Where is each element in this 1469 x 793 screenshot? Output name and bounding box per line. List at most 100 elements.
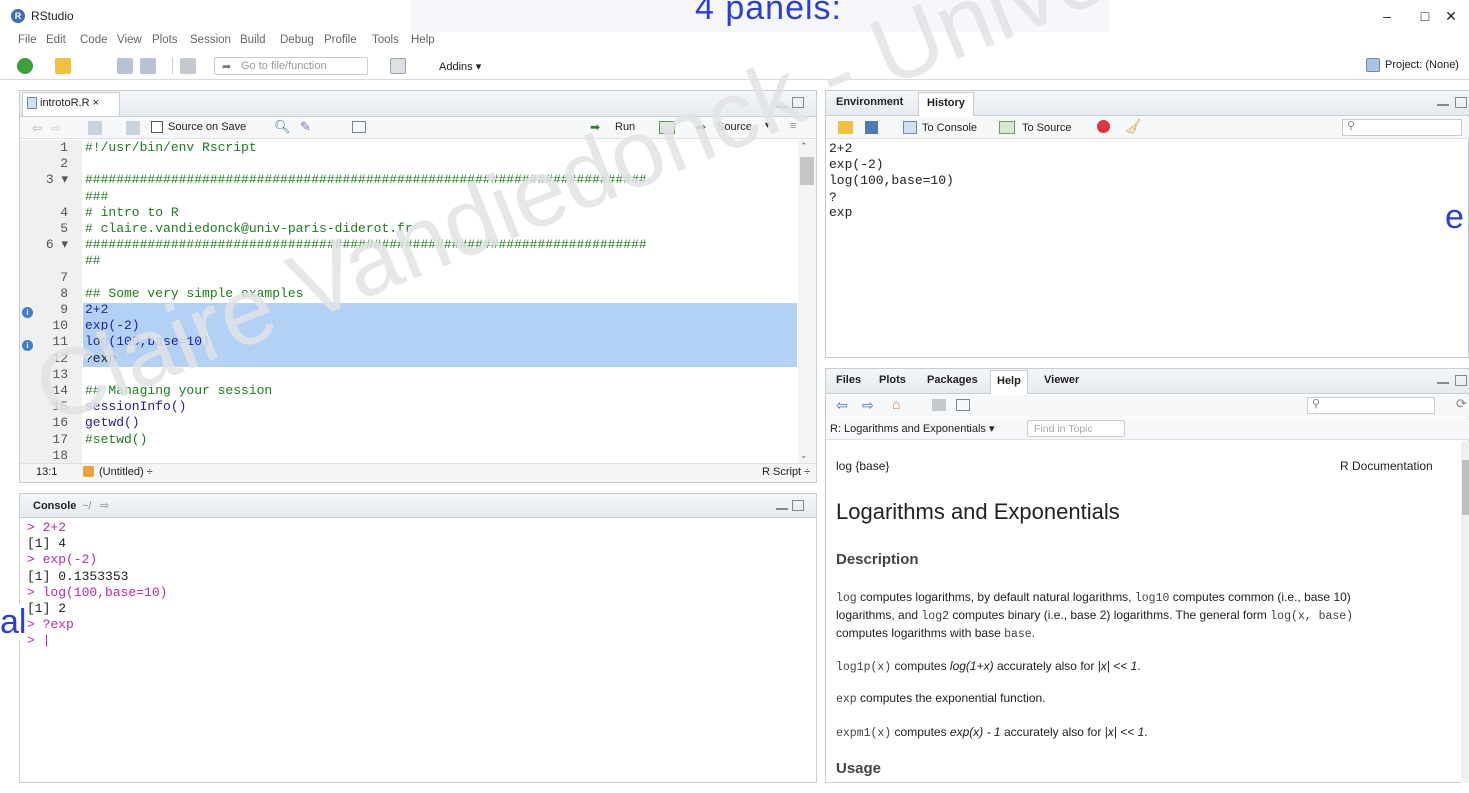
console-tab-label[interactable]: Console <box>33 500 76 512</box>
run-button[interactable]: Run <box>615 121 635 133</box>
source-dropdown-icon[interactable]: ▾ <box>765 120 770 131</box>
show-in-window-icon[interactable] <box>88 121 102 135</box>
code-area[interactable]: 1 #!/usr/bin/env Rscript 2 3 ▾ #############… <box>20 140 798 463</box>
minimize-pane-icon[interactable] <box>1437 382 1449 384</box>
help-forward-icon[interactable]: ⇨ <box>862 397 874 414</box>
history-search-input[interactable] <box>1342 119 1462 136</box>
help-topic-dropdown[interactable]: R: Logarithms and Exponentials ▾ <box>830 422 995 435</box>
code-line[interactable]: ## <box>85 253 101 268</box>
line-number: 4 <box>60 204 68 220</box>
maximize-pane-icon[interactable] <box>1455 97 1467 108</box>
forward-arrow-icon[interactable]: ⇨ <box>51 121 61 135</box>
source-button[interactable]: Source <box>717 121 752 133</box>
clear-broom-icon[interactable]: 🧹︎ <box>1124 118 1142 135</box>
code-line[interactable]: ########################################… <box>85 237 647 252</box>
help-scroll-thumb[interactable] <box>1462 460 1469 515</box>
tab-packages[interactable]: Packages <box>927 374 978 386</box>
save-history-icon[interactable] <box>865 121 878 134</box>
menu-view[interactable]: View <box>117 34 142 46</box>
tab-history[interactable]: History <box>918 92 974 116</box>
menu-session[interactable]: Session <box>190 34 231 46</box>
code-line[interactable]: ## Managing your session <box>85 383 272 398</box>
code-line[interactable]: ########################################… <box>85 172 647 187</box>
compile-report-icon[interactable] <box>352 121 366 133</box>
help-search-input[interactable] <box>1307 397 1435 414</box>
tab-environment[interactable]: Environment <box>836 96 903 108</box>
history-entry[interactable]: 2+2 <box>829 141 852 156</box>
refresh-icon[interactable]: ⟳ <box>1456 396 1467 412</box>
code-line[interactable]: exp(-2) <box>85 318 140 333</box>
history-entry[interactable]: exp(-2) <box>829 157 884 172</box>
editor-save-icon[interactable] <box>126 121 140 135</box>
scroll-up-icon[interactable]: ⌃ <box>800 141 808 152</box>
code-line[interactable]: ### <box>85 189 108 204</box>
maximize-pane-icon[interactable] <box>792 97 804 108</box>
help-back-icon[interactable]: ⇦ <box>836 397 848 414</box>
help-home-icon[interactable]: ⌂ <box>892 396 900 412</box>
code-line[interactable]: ?exp <box>85 351 116 366</box>
code-term: exp <box>836 693 857 706</box>
history-entry[interactable]: ?exp <box>829 190 852 220</box>
menu-build[interactable]: Build <box>240 34 266 46</box>
project-menu[interactable]: Project: (None) <box>1385 59 1459 71</box>
tab-help[interactable]: Help <box>990 370 1028 394</box>
close-button[interactable]: ✕ <box>1431 4 1469 28</box>
print-icon[interactable] <box>180 58 196 74</box>
history-entry[interactable]: log(100,base=10) <box>829 173 954 188</box>
back-arrow-icon[interactable]: ⇦ <box>32 121 42 135</box>
text-run: accurately also for <box>1000 725 1105 739</box>
maximize-pane-icon[interactable] <box>1455 375 1467 386</box>
scope-dropdown[interactable]: (Untitled) ÷ <box>99 466 153 478</box>
menu-help[interactable]: Help <box>411 34 435 46</box>
menu-profile[interactable]: Profile <box>324 34 357 46</box>
go-to-dir-icon[interactable]: ⇨ <box>100 499 109 512</box>
code-line[interactable]: ## Some very simple examples <box>85 286 303 301</box>
code-tools-wand-icon[interactable]: ✎ <box>300 119 311 135</box>
editor-scrollbar[interactable] <box>798 140 816 463</box>
minimize-button[interactable]: – <box>1367 4 1407 28</box>
minimize-pane-icon[interactable] <box>776 508 788 510</box>
tab-plots[interactable]: Plots <box>879 374 906 386</box>
addins-button[interactable]: Addins ▾ <box>439 60 481 73</box>
source-on-save-checkbox[interactable] <box>151 121 163 133</box>
help-print-icon[interactable] <box>932 399 946 411</box>
rerun-icon[interactable] <box>659 121 675 134</box>
code-line[interactable]: getwd() <box>85 415 140 430</box>
outline-icon[interactable]: ≡ <box>790 120 796 132</box>
tab-viewer[interactable]: Viewer <box>1044 374 1079 386</box>
code-line[interactable]: #!/usr/bin/env Rscript <box>85 140 257 155</box>
maximize-pane-icon[interactable] <box>792 500 804 511</box>
menu-tools[interactable]: Tools <box>372 34 399 46</box>
remove-entry-icon[interactable] <box>1097 120 1110 133</box>
italic-term: |x| << 1 <box>1097 659 1138 673</box>
code-line[interactable]: 2+2 <box>85 302 108 317</box>
code-line[interactable]: # claire.vandiedonck@univ-paris-diderot.… <box>85 221 413 236</box>
load-history-icon[interactable] <box>838 121 853 134</box>
editor-scroll-thumb[interactable] <box>800 157 814 185</box>
new-file-icon[interactable] <box>17 58 33 74</box>
tab-files[interactable]: Files <box>836 374 861 386</box>
find-in-topic-placeholder: Find in Topic <box>1034 423 1093 435</box>
menu-debug[interactable]: Debug <box>280 34 314 46</box>
grid-layout-icon[interactable] <box>390 58 406 74</box>
code-line[interactable]: sessionInfo() <box>85 399 186 414</box>
code-line[interactable]: # intro to R <box>85 205 179 220</box>
menu-file[interactable]: File <box>18 34 37 46</box>
file-type-dropdown[interactable]: R Script ÷ <box>762 466 810 478</box>
to-console-button[interactable]: To Console <box>922 122 977 134</box>
code-line[interactable]: #setwd() <box>85 432 147 447</box>
save-all-icon[interactable] <box>140 58 156 74</box>
open-project-icon[interactable] <box>55 58 71 74</box>
help-popout-icon[interactable] <box>956 399 970 411</box>
search-icon[interactable]: 🔍︎ <box>274 119 291 135</box>
to-source-button[interactable]: To Source <box>1022 122 1072 134</box>
menu-edit[interactable]: Edit <box>46 34 66 46</box>
save-icon[interactable] <box>117 58 133 74</box>
scroll-down-icon[interactable]: ⌄ <box>800 450 808 461</box>
minimize-pane-icon[interactable] <box>1437 104 1449 106</box>
menu-code[interactable]: Code <box>80 34 108 46</box>
menu-plots[interactable]: Plots <box>152 34 178 46</box>
code-line[interactable]: log(100,base=10) <box>85 334 210 349</box>
minimize-pane-icon[interactable] <box>776 106 788 108</box>
text-run: computes binary (i.e., base 2) logarithm… <box>949 608 1271 622</box>
